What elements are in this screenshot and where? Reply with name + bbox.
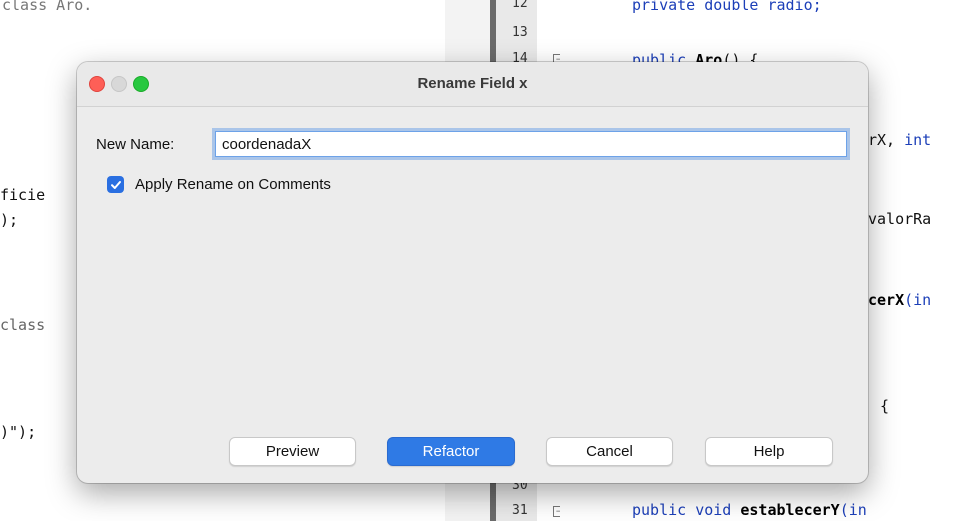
new-name-label: New Name: bbox=[96, 136, 175, 153]
code-line-12: private double radio; bbox=[632, 0, 822, 14]
line-number: 13 bbox=[512, 25, 528, 40]
code-fragment-string: )"); bbox=[0, 423, 37, 441]
rename-dialog: Rename Field x New Name: Apply Rename on… bbox=[77, 62, 868, 483]
code-fragment-param: rX, int bbox=[868, 131, 932, 149]
code-fragment-paren: ); bbox=[0, 211, 19, 229]
checkmark-icon bbox=[110, 180, 121, 189]
apply-rename-comments-checkbox[interactable] bbox=[107, 176, 124, 193]
code-fragment-brace: { bbox=[880, 397, 890, 415]
cancel-button[interactable]: Cancel bbox=[546, 437, 673, 466]
dialog-title: Rename Field x bbox=[417, 75, 528, 92]
refactor-button[interactable]: Refactor bbox=[387, 437, 515, 466]
line-number: 31 bbox=[512, 503, 528, 518]
new-name-input[interactable] bbox=[215, 131, 847, 157]
code-fragment-setter-x: cerX(in bbox=[868, 291, 932, 309]
code-line-31: public void establecerY(in bbox=[632, 501, 867, 519]
code-fragment-valor: valorRa bbox=[868, 210, 932, 228]
dialog-titlebar: Rename Field x bbox=[77, 62, 868, 107]
help-button[interactable]: Help bbox=[705, 437, 833, 466]
apply-rename-comments-label: Apply Rename on Comments bbox=[135, 176, 331, 193]
line-number: 12 bbox=[512, 0, 528, 11]
code-fragment-class: class Aro. bbox=[2, 0, 93, 14]
code-fragment-ficie: ficie bbox=[0, 186, 46, 204]
code-fragment-class2: class bbox=[0, 316, 46, 334]
preview-button[interactable]: Preview bbox=[229, 437, 356, 466]
